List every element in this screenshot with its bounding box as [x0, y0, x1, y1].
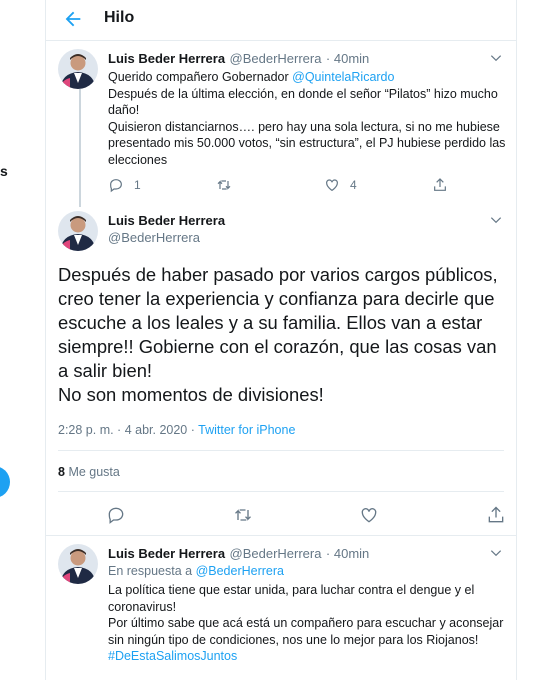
reply-to-link[interactable]: @BederHerrera: [196, 564, 284, 578]
tweet-time[interactable]: 40min: [334, 51, 369, 66]
source-link[interactable]: Twitter for iPhone: [198, 423, 295, 437]
author-name[interactable]: Luis Beder Herrera: [108, 546, 225, 561]
reply-count: 1: [134, 178, 141, 192]
hashtag-link[interactable]: #DeEstaSalimosJuntos: [108, 649, 237, 663]
divider: [58, 450, 504, 451]
reply-icon[interactable]: [106, 505, 126, 525]
thread-panel: Hilo Luis Beder Herrera @BederHerrera · …: [45, 0, 517, 680]
avatar[interactable]: [58, 211, 98, 251]
tweet-actions: 1 4: [108, 177, 537, 193]
tweet-parent[interactable]: Luis Beder Herrera @BederHerrera · 40min…: [46, 41, 516, 207]
reply-prefix: En respuesta a: [108, 564, 196, 578]
heart-icon[interactable]: [359, 505, 379, 525]
thread-connector: [79, 89, 81, 207]
timestamp-text[interactable]: 2:28 p. m. · 4 abr. 2020 ·: [58, 423, 198, 437]
separator-dot: ·: [325, 51, 334, 66]
avatar[interactable]: [58, 544, 98, 584]
share-button[interactable]: [432, 177, 537, 193]
heart-icon: [326, 179, 338, 192]
chevron-down-icon[interactable]: [489, 546, 503, 560]
author-name[interactable]: Luis Beder Herrera: [108, 51, 225, 66]
left-text-fragment: s: [0, 163, 8, 179]
retweet-icon: [217, 180, 231, 190]
author-name[interactable]: Luis Beder Herrera: [108, 213, 225, 228]
separator-dot: ·: [325, 546, 334, 561]
author-handle[interactable]: @BederHerrera: [108, 230, 200, 245]
divider: [58, 491, 504, 492]
tweet-meta: Luis Beder Herrera @BederHerrera · 40min: [108, 545, 369, 563]
reply-icon: [110, 179, 122, 193]
like-count: 4: [350, 178, 357, 192]
tweet-text-main: Después de la última elección, en donde …: [108, 86, 506, 167]
likes-summary[interactable]: 8 Me gusta: [58, 465, 120, 479]
tweet-text-prefix: Querido compañero Gobernador: [108, 70, 293, 84]
share-icon: [434, 178, 446, 191]
mention-link[interactable]: @QuintelaRicardo: [292, 70, 394, 84]
tweet-text: La política tiene que estar unida, para …: [108, 582, 508, 665]
chevron-down-icon[interactable]: [489, 51, 503, 65]
tweet-meta: Luis Beder Herrera @BederHerrera · 40min: [108, 50, 369, 68]
reply-button[interactable]: 1: [108, 177, 216, 193]
retweet-icon[interactable]: [233, 505, 253, 525]
tweet-time[interactable]: 40min: [334, 546, 369, 561]
tweet-text: Querido compañero Gobernador @QuintelaRi…: [108, 69, 508, 168]
tweet-main: Luis Beder Herrera @BederHerrera Después…: [46, 205, 516, 536]
thread-header: Hilo: [46, 0, 516, 41]
compose-button[interactable]: [0, 466, 10, 498]
chevron-down-icon[interactable]: [489, 213, 503, 227]
tweet-actions: [106, 505, 506, 525]
author-handle[interactable]: @BederHerrera: [230, 546, 322, 561]
share-icon[interactable]: [486, 505, 506, 525]
like-button[interactable]: 4: [324, 177, 432, 193]
retweet-button[interactable]: [216, 177, 324, 193]
author-handle[interactable]: @BederHerrera: [230, 51, 322, 66]
likes-label: Me gusta: [68, 465, 120, 479]
left-column: s: [0, 0, 45, 680]
tweet-reply[interactable]: Luis Beder Herrera @BederHerrera · 40min…: [46, 536, 516, 680]
tweet-timestamp: 2:28 p. m. · 4 abr. 2020 · Twitter for i…: [58, 423, 295, 437]
back-arrow-icon[interactable]: [62, 8, 84, 30]
page-title: Hilo: [104, 9, 135, 26]
tweet-text-main: La política tiene que estar unida, para …: [108, 583, 504, 647]
avatar[interactable]: [58, 49, 98, 89]
tweet-text: Después de haber pasado por varios cargo…: [58, 264, 498, 405]
reply-context: En respuesta a @BederHerrera: [108, 564, 284, 578]
likes-count: 8: [58, 465, 65, 479]
